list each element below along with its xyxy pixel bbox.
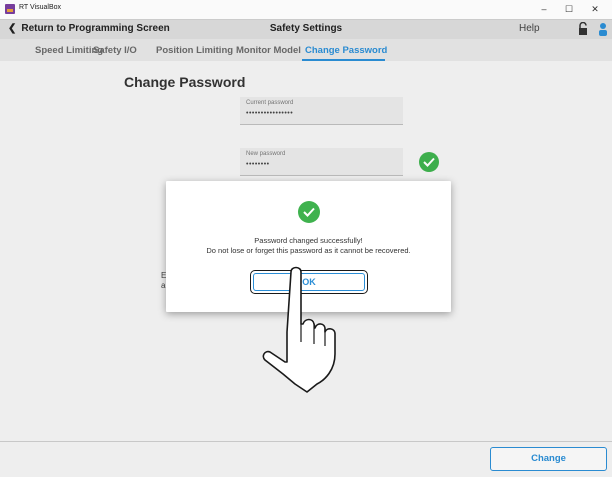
success-check-icon bbox=[298, 201, 320, 223]
dialog-message: Password changed successfully! bbox=[254, 236, 363, 245]
dialog-warning: Do not lose or forget this password as i… bbox=[206, 246, 411, 255]
pointing-hand-icon bbox=[262, 266, 336, 393]
